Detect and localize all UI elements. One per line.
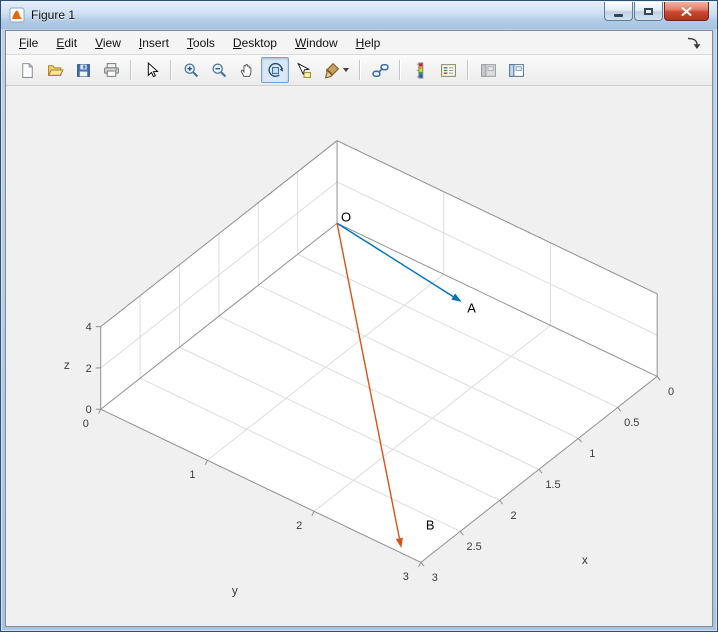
svg-text:y: y — [232, 583, 238, 597]
toolbar-separator — [467, 60, 469, 80]
figure-client-area: File Edit View Insert Tools Desktop Window Help… — [5, 30, 713, 627]
menu-item-insert[interactable]: Insert — [130, 33, 178, 53]
menu-item-edit[interactable]: Edit — [47, 33, 86, 53]
menu-item-help[interactable]: Help — [347, 33, 390, 53]
dock-figure-icon[interactable] — [686, 36, 702, 50]
svg-text:A: A — [467, 300, 476, 315]
close-icon — [681, 6, 692, 16]
maximize-icon — [644, 7, 653, 15]
svg-text:0.5: 0.5 — [624, 417, 639, 429]
svg-text:0: 0 — [86, 404, 92, 416]
menu-item-file[interactable]: File — [10, 33, 47, 53]
svg-text:0: 0 — [668, 386, 674, 398]
svg-text:1.5: 1.5 — [545, 479, 560, 491]
figure-window: Figure 1 File Edit View Insert Tools Desktop W… — [0, 0, 718, 632]
menu-bar: File Edit View Insert Tools Desktop Window Help — [6, 31, 712, 55]
show-plot-tools-button[interactable] — [502, 57, 530, 83]
menu-item-desktop[interactable]: Desktop — [224, 33, 286, 53]
toolbar-separator — [399, 60, 401, 80]
svg-text:2: 2 — [296, 520, 302, 532]
toolbar-separator — [170, 60, 172, 80]
titlebar[interactable]: Figure 1 — [1, 1, 717, 29]
rotate-3d-button[interactable] — [261, 57, 289, 83]
svg-text:3: 3 — [432, 572, 438, 584]
zoom-out-button[interactable] — [205, 57, 233, 83]
minimize-icon — [614, 13, 623, 17]
menu-item-tools[interactable]: Tools — [178, 33, 224, 53]
dropdown-caret-icon[interactable] — [342, 68, 349, 72]
maximize-button[interactable] — [634, 2, 663, 21]
insert-legend-button[interactable] — [434, 57, 462, 83]
figure-toolbar — [6, 55, 712, 86]
menu-item-window[interactable]: Window — [286, 33, 347, 53]
zoom-in-button[interactable] — [177, 57, 205, 83]
insert-colorbar-button[interactable] — [406, 57, 434, 83]
toolbar-separator — [130, 60, 132, 80]
window-controls — [604, 2, 709, 21]
svg-text:z: z — [64, 358, 70, 372]
hide-plot-tools-button[interactable] — [474, 57, 502, 83]
svg-text:O: O — [341, 210, 351, 225]
svg-text:x: x — [582, 553, 588, 567]
window-title: Figure 1 — [31, 8, 76, 22]
matlab-figure-icon — [9, 7, 25, 23]
svg-text:4: 4 — [86, 322, 92, 334]
data-cursor-button[interactable] — [289, 57, 317, 83]
save-figure-button[interactable] — [69, 57, 97, 83]
svg-text:2: 2 — [86, 363, 92, 375]
menu-item-view[interactable]: View — [86, 33, 130, 53]
link-plot-button[interactable] — [366, 57, 394, 83]
minimize-button[interactable] — [604, 2, 633, 21]
svg-text:2: 2 — [511, 510, 517, 522]
svg-text:0: 0 — [83, 418, 89, 430]
svg-text:2.5: 2.5 — [467, 541, 482, 553]
svg-text:1: 1 — [189, 469, 195, 481]
edit-plot-button[interactable] — [137, 57, 165, 83]
brush-data-button[interactable] — [317, 57, 354, 83]
svg-text:1: 1 — [589, 448, 595, 460]
new-figure-button[interactable] — [13, 57, 41, 83]
plot-svg[interactable]: 0 0.5 1 1.5 2 2.5 3 0 1 2 3 0 2 4 x y z O A B — [6, 86, 712, 626]
toolbar-separator — [359, 60, 361, 80]
pan-button[interactable] — [233, 57, 261, 83]
svg-text:B: B — [426, 518, 435, 533]
print-figure-button[interactable] — [97, 57, 125, 83]
svg-text:3: 3 — [403, 571, 409, 583]
open-file-button[interactable] — [41, 57, 69, 83]
close-button[interactable] — [664, 2, 709, 21]
